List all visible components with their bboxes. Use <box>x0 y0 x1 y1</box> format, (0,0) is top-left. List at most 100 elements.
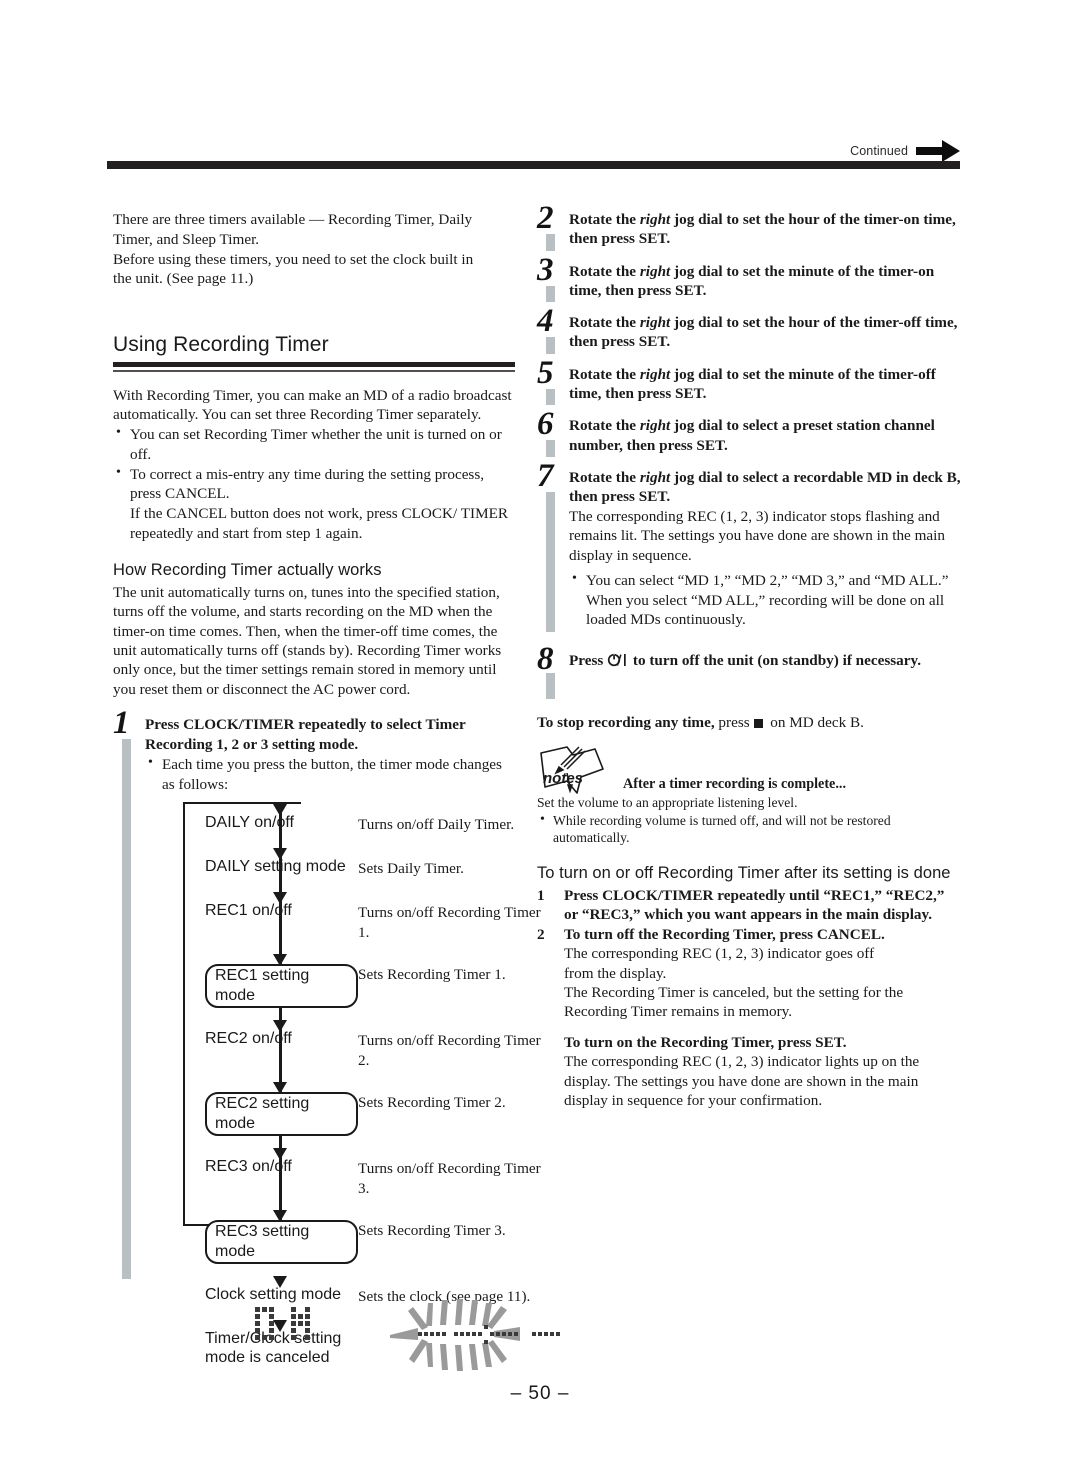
bullet-text: While recording volume is turned off, an… <box>553 812 891 846</box>
flowchart-arrow <box>183 1008 543 1033</box>
intro-line-4: the unit. (See page 11.) <box>113 270 254 288</box>
step-3: 3 Rotate the right jog dial to set the m… <box>537 253 962 303</box>
flowchart-node-desc: Turns on/off Daily Timer. <box>358 816 515 834</box>
turn-on-off-item-2: 2 To turn off the Recording Timer, press… <box>537 925 962 1022</box>
flowchart-node-boxed: REC1 setting mode <box>183 964 358 1009</box>
step-3-spine <box>546 285 555 303</box>
step-head-pre: Rotate the <box>569 211 640 228</box>
step-head-emphasis: right <box>639 211 671 228</box>
flowchart-node-boxed: REC3 setting mode <box>183 1220 358 1265</box>
flowchart-node-label: REC3 setting mode <box>205 1220 358 1265</box>
item-body-line-2: from the display. <box>564 964 667 982</box>
step-head-pre: Press <box>569 652 608 670</box>
notes-pencil-icon: notes <box>540 746 604 794</box>
flowchart-node-desc: Sets Recording Timer 1. <box>358 966 506 984</box>
how-it-works-body: The unit automatically turns on, tunes i… <box>113 583 502 698</box>
turn-on-off-item-1: 1 Press CLOCK/TIMER repeatedly until “RE… <box>537 886 962 925</box>
flowchart-node-label: REC1 setting mode <box>205 964 358 1009</box>
intro-line-2: Timer, and Sleep Timer. <box>113 230 260 248</box>
step-8: 8 Press to turn off the unit (on standby… <box>537 643 962 700</box>
step-head-emphasis: right <box>639 417 671 435</box>
step-2: 2 Rotate the right jog dial to set the h… <box>537 202 962 251</box>
stop-recording-note: To stop recording any time, press on MD … <box>537 713 962 733</box>
lcd-on-indicator-icon <box>255 1307 310 1340</box>
list-item: You can set Recording Timer whether the … <box>113 424 515 465</box>
flowchart-row: DAILY on/off Turns on/off Daily Timer. <box>183 814 543 836</box>
turn-on-body: The corresponding REC (1, 2, 3) indicato… <box>564 1053 920 1110</box>
step-7-body: The corresponding REC (1, 2, 3) indicato… <box>569 507 945 565</box>
flowchart-arrow <box>183 836 543 861</box>
item-bold-text: Press CLOCK/TIMER repeatedly until “REC1… <box>564 886 945 924</box>
step-8-spine <box>546 673 555 700</box>
step-5-heading: Rotate the right jog dial to set the min… <box>569 365 962 404</box>
list-item: You can select “MD 1,” “MD 2,” “MD 3,” a… <box>569 570 962 630</box>
step-8-heading: Press to turn off the unit (on standby) … <box>569 651 962 670</box>
flowchart-row: REC2 setting mode Sets Recording Timer 2… <box>183 1092 543 1137</box>
flowchart-node-boxed: REC2 setting mode <box>183 1092 358 1137</box>
stop-note-post: on MD deck B. <box>766 714 864 732</box>
bullet-text: You can set Recording Timer whether the … <box>130 426 502 463</box>
section-rule-thin <box>113 370 515 372</box>
page-number-label: – 50 – <box>510 1383 570 1404</box>
power-standby-icon <box>607 653 626 667</box>
flowchart-row: DAILY setting mode Sets Daily Timer. <box>183 858 543 880</box>
svg-text:notes: notes <box>543 770 583 787</box>
flowchart-node-label: DAILY setting mode <box>205 858 346 876</box>
step-1: 1 Press CLOCK/TIMER repeatedly to select… <box>113 707 541 1368</box>
step-5: 5 Rotate the right jog dial to set the m… <box>537 356 962 406</box>
notes-bullets: While recording volume is turned off, an… <box>537 811 962 847</box>
turn-on-recording-timer-block: To turn on the Recording Timer, press SE… <box>537 1033 962 1111</box>
flowchart-arrow <box>183 880 543 905</box>
flowchart-row: REC1 on/off Turns on/off Recording Timer… <box>183 902 543 942</box>
turn-on-bold: To turn on the Recording Timer, press SE… <box>564 1033 847 1051</box>
flowchart-row: REC3 on/off Turns on/off Recording Timer… <box>183 1158 543 1198</box>
step-7: 7 Rotate the right jog dial to select a … <box>537 459 962 633</box>
intro-paragraph: There are three timers available — Recor… <box>113 210 515 289</box>
flowchart-arrow <box>183 1070 543 1095</box>
step-1-spine <box>122 739 131 1280</box>
step-7-heading: Rotate the right jog dial to select a re… <box>569 468 962 507</box>
step-8-number: 8 <box>537 641 554 678</box>
bullet-text: Each time you press the button, the time… <box>162 755 502 793</box>
flowchart-arrow <box>183 802 543 817</box>
item-body-line-4: Recording Timer remains in memory. <box>564 1003 793 1021</box>
flowchart-node-label: DAILY on/off <box>205 814 294 832</box>
step-head-emphasis: right <box>639 365 671 383</box>
step-head-emphasis: right <box>639 314 671 332</box>
step-7-bullets: You can select “MD 1,” “MD 2,” “MD 3,” a… <box>569 570 962 630</box>
step-5-spine <box>546 388 555 406</box>
step-6-number: 6 <box>537 406 554 443</box>
item-number: 2 <box>537 925 545 943</box>
flowchart-node-desc: Sets Recording Timer 3. <box>358 1222 506 1240</box>
left-bullet-list: You can set Recording Timer whether the … <box>113 424 515 544</box>
notes-block: notes After a timer recording is complet… <box>537 743 962 846</box>
stop-note-bold: To stop recording any time, <box>537 714 715 732</box>
section-title: Using Recording Timer <box>113 333 329 356</box>
step-head-pre: Rotate the <box>569 417 640 435</box>
flowchart-node-desc: Sets Recording Timer 2. <box>358 1094 506 1112</box>
step-2-heading: Rotate the right jog dial to set the hou… <box>569 210 962 249</box>
step-head-pre: Rotate the <box>569 365 640 383</box>
list-item: Each time you press the button, the time… <box>145 754 515 795</box>
flowchart-row: REC1 setting mode Sets Recording Timer 1… <box>183 964 543 1009</box>
step-head-emphasis: right <box>639 262 671 280</box>
section-title-rules <box>113 362 515 372</box>
step-head-pre: Rotate the <box>569 262 640 280</box>
item-body-line-3: The Recording Timer is canceled, but the… <box>564 983 904 1001</box>
bullet-extra-text: If the CANCEL button does not work, pres… <box>130 505 508 542</box>
continued-arrow-icon <box>916 140 960 162</box>
item-body-line-1: The corresponding REC (1, 2, 3) indicato… <box>564 945 875 963</box>
continued-label: Continued <box>850 144 908 158</box>
flowchart-node-label: REC2 on/off <box>205 1030 292 1048</box>
header-rule <box>107 161 960 169</box>
turn-on-off-heading: To turn on or off Recording Timer after … <box>537 863 951 882</box>
step-head-pre: Rotate the <box>569 314 640 332</box>
flowchart-node-desc: Turns on/off Recording Timer 2. <box>358 1032 541 1069</box>
stop-note-pre: press <box>714 714 754 732</box>
step-6: 6 Rotate the right jog dial to select a … <box>537 408 962 457</box>
step-5-number: 5 <box>537 354 554 391</box>
intro-line-1: There are three timers available — Recor… <box>113 211 473 228</box>
flowchart-node-label: REC2 setting mode <box>205 1092 358 1137</box>
flowchart-arrow <box>183 1198 543 1223</box>
bullet-text: To correct a mis-entry any time during t… <box>130 465 485 503</box>
